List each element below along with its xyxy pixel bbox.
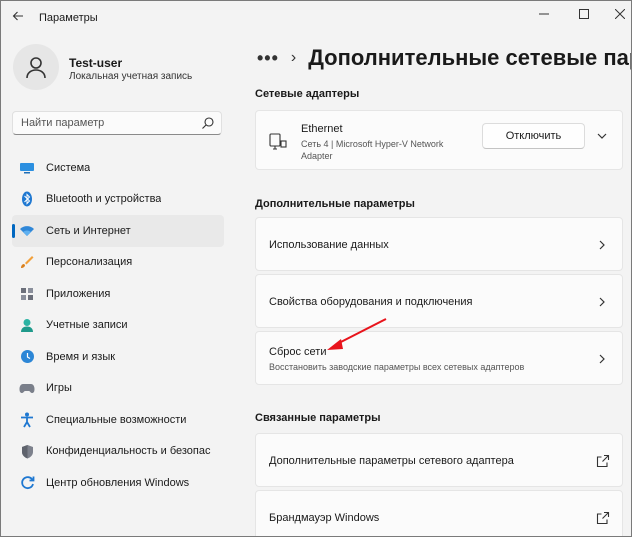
ethernet-pc-icon (269, 133, 287, 150)
back-button[interactable] (7, 5, 29, 27)
apps-icon (19, 286, 35, 302)
chevron-right-icon (599, 297, 605, 307)
page-title: Дополнительные сетевые пара (308, 45, 632, 70)
adapter-card: Ethernet Сеть 4 | Microsoft Hyper-V Netw… (255, 110, 623, 170)
breadcrumb-overflow-button[interactable]: ••• (257, 48, 279, 69)
system-icon (19, 160, 35, 176)
sidebar-item-accessibility[interactable]: Специальные возможности (12, 404, 224, 436)
sidebar-item-label: Сеть и Интернет (46, 224, 131, 237)
sidebar-item-label: Игры (46, 382, 72, 395)
network-reset-label: Сброс сети (269, 346, 327, 358)
network-reset-item[interactable]: Сброс сети Восстановить заводские параме… (255, 331, 623, 385)
breadcrumb-separator: › (290, 49, 297, 66)
section-title-additional: Дополнительные параметры (255, 198, 415, 210)
sidebar-item-system[interactable]: Система (12, 152, 224, 184)
adapter-options-link[interactable]: Дополнительные параметры сетевого адапте… (255, 433, 623, 487)
disable-adapter-button[interactable]: Отключить (482, 123, 585, 149)
accounts-icon (19, 317, 35, 333)
sidebar-item-accounts[interactable]: Учетные записи (12, 310, 224, 342)
profile-name: Test-user (69, 56, 123, 70)
annotation-arrow (327, 318, 387, 350)
data-usage-item[interactable]: Использование данных (255, 217, 623, 271)
privacy-shield-icon (19, 443, 35, 459)
breadcrumb: ••• › Дополнительные сетевые пара (257, 43, 632, 73)
sidebar-item-windows-update[interactable]: Центр обновления Windows (12, 467, 224, 499)
sidebar-item-time-language[interactable]: Время и язык (12, 341, 224, 373)
sidebar-item-label: Bluetooth и устройства (46, 193, 162, 206)
adapter-options-label: Дополнительные параметры сетевого адапте… (269, 455, 514, 467)
sidebar-item-bluetooth[interactable]: Bluetooth и устройства (12, 184, 224, 216)
chevron-right-icon (599, 240, 605, 250)
profile-account-type: Локальная учетная запись (69, 71, 193, 82)
back-arrow-icon (12, 11, 23, 21)
section-title-adapters: Сетевые адаптеры (255, 88, 360, 100)
search-box (12, 111, 222, 135)
network-reset-description: Восстановить заводские параметры всех се… (269, 362, 525, 372)
sidebar-item-gaming[interactable]: Игры (12, 373, 224, 405)
close-icon (615, 9, 625, 19)
sidebar-item-privacy[interactable]: Конфиденциальность и безопас (12, 436, 224, 468)
adapter-description: Сеть 4 | Microsoft Hyper-V Network Adapt… (301, 139, 444, 161)
sidebar-item-network[interactable]: Сеть и Интернет (12, 215, 224, 247)
maximize-icon (579, 9, 589, 19)
search-icon[interactable] (201, 116, 215, 130)
time-language-icon (19, 349, 35, 365)
sidebar-item-personalization[interactable]: Персонализация (12, 247, 224, 279)
sidebar-item-label: Система (46, 161, 91, 174)
user-icon (26, 57, 46, 79)
sidebar-item-label: Время и язык (46, 350, 116, 363)
search-input[interactable] (21, 115, 201, 131)
accessibility-icon (19, 412, 35, 428)
sidebar-item-apps[interactable]: Приложения (12, 278, 224, 310)
sidebar-item-label: Центр обновления Windows (46, 476, 190, 489)
hardware-properties-item[interactable]: Свойства оборудования и подключения (255, 274, 623, 328)
avatar[interactable] (13, 44, 59, 90)
sidebar-item-label: Учетные записи (46, 319, 128, 332)
sidebar-item-label: Конфиденциальность и безопас (46, 445, 211, 458)
sidebar-item-label: Приложения (46, 287, 111, 300)
settings-window: Параметры Test-user Локальная учетная за… (0, 0, 632, 537)
network-icon (19, 223, 35, 239)
external-link-icon (596, 454, 610, 468)
title-bar: Параметры (1, 1, 631, 35)
chevron-down-icon[interactable] (596, 130, 608, 142)
bluetooth-icon (19, 191, 35, 207)
sidebar-item-label: Специальные возможности (46, 413, 187, 426)
minimize-icon (539, 13, 549, 15)
window-title: Параметры (39, 12, 98, 24)
adapter-name: Ethernet (301, 123, 343, 135)
sidebar-nav: Система Bluetooth и устройства Сеть и Ин… (12, 152, 224, 499)
gaming-icon (19, 380, 35, 396)
chevron-right-icon (599, 354, 605, 364)
brush-icon (19, 254, 35, 270)
close-button[interactable] (597, 1, 631, 27)
external-link-icon (596, 511, 610, 525)
hardware-properties-label: Свойства оборудования и подключения (269, 296, 473, 308)
sidebar-item-label: Персонализация (46, 256, 133, 269)
section-title-related: Связанные параметры (255, 412, 381, 424)
windows-firewall-link[interactable]: Брандмауэр Windows (255, 490, 623, 536)
data-usage-label: Использование данных (269, 239, 389, 251)
windows-update-icon (19, 475, 35, 491)
windows-firewall-label: Брандмауэр Windows (269, 512, 380, 524)
